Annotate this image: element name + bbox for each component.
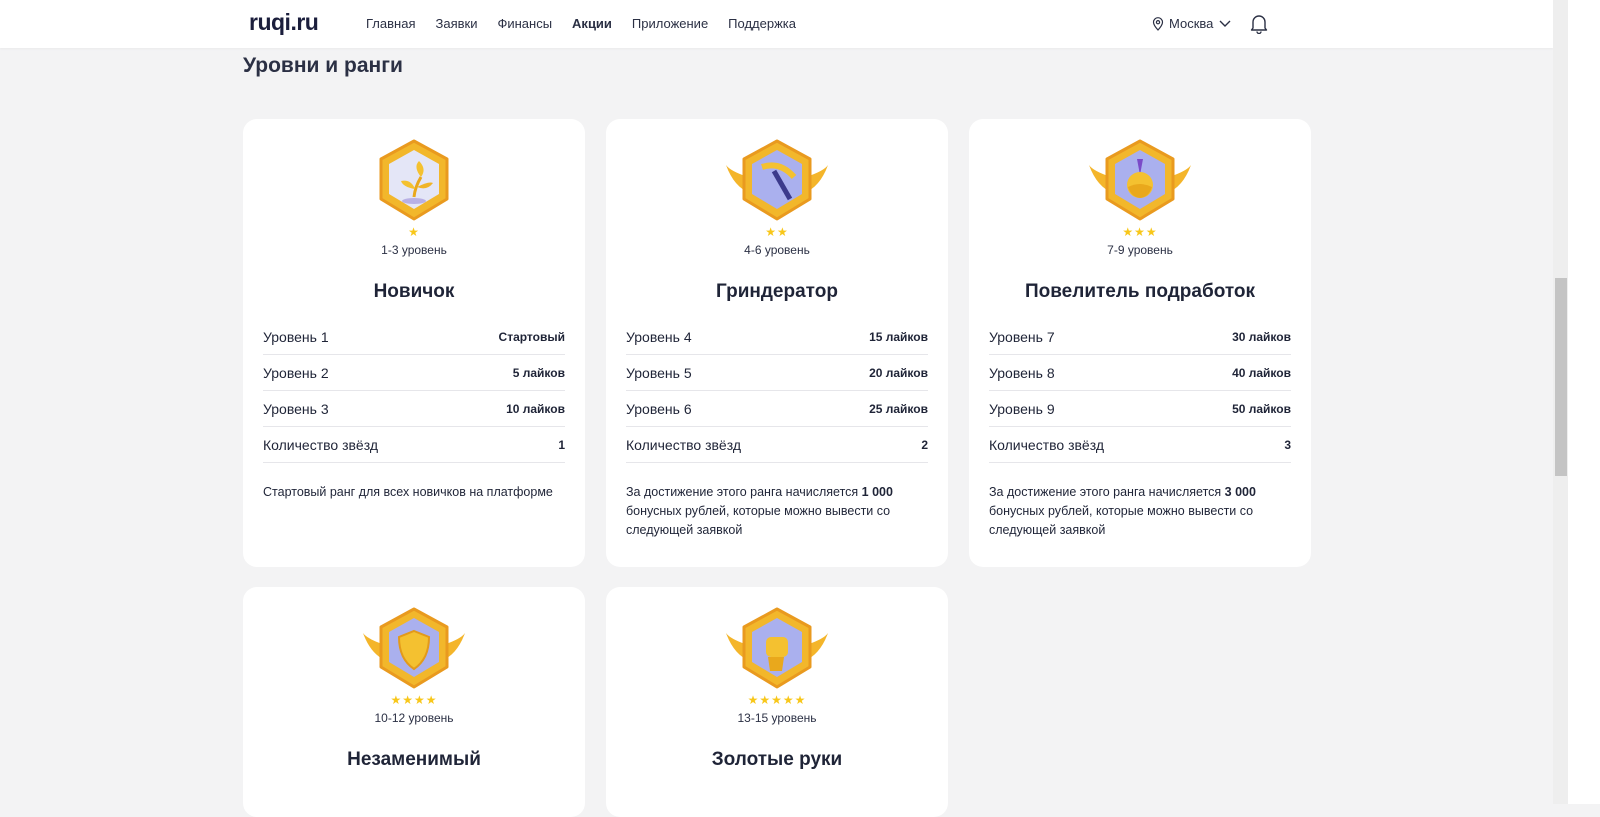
nav-finance[interactable]: Финансы [497, 16, 552, 31]
pickaxe-badge-icon [726, 139, 828, 221]
main-nav: Главная Заявки Финансы Акции Приложение … [366, 16, 796, 31]
nav-app[interactable]: Приложение [632, 16, 708, 31]
rank-row: Уровень 6 25 лайков [626, 391, 928, 427]
row-label: Уровень 1 [263, 328, 329, 345]
rank-row: Уровень 3 10 лайков [263, 391, 565, 427]
desc-text: бонусных рублей, которые можно вывести с… [626, 504, 891, 537]
row-value: 30 лайков [1232, 329, 1291, 344]
rank-title: Новичок [373, 281, 455, 302]
sprout-badge-icon [379, 139, 449, 221]
rank-row: Количество звёзд 2 [626, 427, 928, 463]
row-value: 50 лайков [1232, 401, 1291, 416]
row-label: Количество звёзд [626, 436, 741, 453]
row-value: 1 [558, 437, 565, 452]
desc-bonus: 1 000 [861, 485, 893, 499]
rank-description: За достижение этого ранга начисляется 1 … [626, 483, 928, 540]
row-value: Стартовый [498, 329, 565, 344]
row-value: 25 лайков [869, 401, 928, 416]
rank-table: Уровень 4 15 лайков Уровень 5 20 лайков Уров… [626, 319, 928, 463]
rank-table: Уровень 1 Стартовый Уровень 25 лайков Урове… [263, 319, 565, 463]
rank-row: Уровень 8 40 лайков [989, 355, 1291, 391]
rank-title: Незаменимый [347, 749, 481, 770]
city-label: Москва [1169, 16, 1214, 31]
row-value: 5 лайков [512, 365, 565, 380]
row-label: Уровень 8 [989, 364, 1055, 381]
stars-icon: ★★★★ [390, 693, 438, 707]
page-margin [1568, 0, 1600, 804]
rank-row: Уровень 1 Стартовый [263, 319, 565, 355]
city-selector[interactable]: Москва [1152, 16, 1232, 31]
level-range: 10-12 уровень [374, 711, 454, 725]
rank-card: ★★★ 7-9 уровень Повелитель подработок Уро… [969, 119, 1311, 567]
row-value: 40 лайков [1232, 365, 1291, 380]
bell-icon[interactable] [1250, 14, 1268, 34]
row-label: Количество звёзд [989, 436, 1104, 453]
rank-card: ★★★★★ 13-15 уровень Золотые руки [606, 587, 948, 817]
level-range: 4-6 уровень [744, 243, 810, 257]
desc-text: За достижение этого ранга начисляется [989, 485, 1225, 499]
row-label: Уровень 6 [626, 400, 692, 417]
rank-description: За достижение этого ранга начисляется 3 … [989, 483, 1291, 540]
rank-row: Уровень 5 20 лайков [626, 355, 928, 391]
row-label: Уровень 5 [626, 364, 692, 381]
rank-description: Стартовый ранг для всех новичков на плат… [263, 483, 565, 502]
stars-icon: ★ [408, 225, 420, 239]
row-value: 15 лайков [869, 329, 928, 344]
row-label: Уровень 9 [989, 400, 1055, 417]
stars-icon: ★★★ [1122, 225, 1158, 239]
chevron-down-icon [1219, 20, 1231, 27]
row-value: 20 лайков [869, 365, 928, 380]
stars-icon: ★★ [765, 225, 789, 239]
page-title: Уровни и ранги [243, 54, 403, 77]
row-value: 10 лайков [506, 401, 565, 416]
stars-icon: ★★★★★ [747, 693, 807, 707]
nav-requests[interactable]: Заявки [435, 16, 477, 31]
nav-promotions[interactable]: Акции [572, 16, 612, 31]
row-label: Количество звёзд [263, 436, 378, 453]
level-range: 7-9 уровень [1107, 243, 1173, 257]
row-label: Уровень 4 [626, 328, 692, 345]
desc-bonus: 3 000 [1224, 485, 1256, 499]
rank-card: ★★ 4-6 уровень Гриндератор Уровень 4 15 ла… [606, 119, 948, 567]
rank-row: Уровень 2 5 лайков [263, 355, 565, 391]
logo[interactable]: ruqi.ru [249, 9, 319, 36]
row-label: Уровень 7 [989, 328, 1055, 345]
rank-title: Повелитель подработок [1024, 281, 1255, 302]
location-pin-icon [1152, 16, 1164, 31]
medal-badge-icon [1089, 139, 1191, 221]
rank-row: Уровень 7 30 лайков [989, 319, 1291, 355]
rank-table: Уровень 7 30 лайков Уровень 8 40 лайков Уров… [989, 319, 1291, 463]
rank-card: ★★★★ 10-12 уровень Незаменимый [243, 587, 585, 817]
shield-badge-icon [363, 607, 465, 689]
rank-row: Уровень 4 15 лайков [626, 319, 928, 355]
nav-support[interactable]: Поддержка [728, 16, 796, 31]
row-value: 3 [1284, 437, 1291, 452]
top-header: ruqi.ru Главная Заявки Финансы Акции При… [0, 0, 1553, 48]
row-label: Уровень 2 [263, 364, 329, 381]
level-range: 1-3 уровень [381, 243, 447, 257]
rank-row: Количество звёзд 3 [989, 427, 1291, 463]
level-range: 13-15 уровень [737, 711, 817, 725]
rank-row: Количество звёзд 1 [263, 427, 565, 463]
desc-text: бонусных рублей, которые можно вывести с… [989, 504, 1254, 537]
row-value: 2 [921, 437, 928, 452]
desc-text: Стартовый ранг для всех новичков на плат… [263, 485, 553, 499]
rank-title: Гриндератор [716, 281, 838, 302]
rank-card: ★ 1-3 уровень Новичок Уровень 1 Стартовый У… [243, 119, 585, 567]
rank-row: Уровень 9 50 лайков [989, 391, 1291, 427]
scrollbar-thumb[interactable] [1555, 278, 1567, 476]
fist-badge-icon [726, 607, 828, 689]
row-label: Уровень 3 [263, 400, 329, 417]
rank-title: Золотые руки [711, 749, 843, 770]
nav-home[interactable]: Главная [366, 16, 415, 31]
desc-text: За достижение этого ранга начисляется [626, 485, 862, 499]
